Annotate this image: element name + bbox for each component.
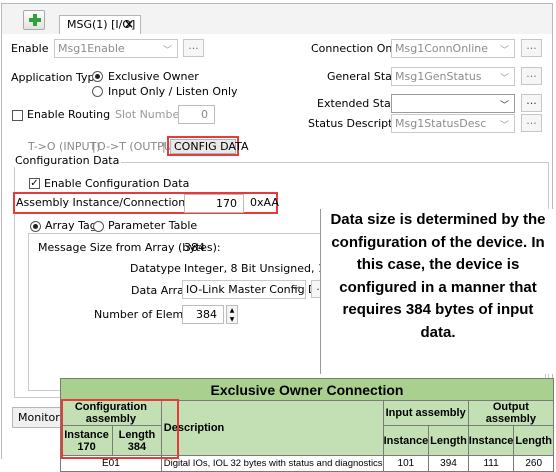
output-length-header: Length	[513, 425, 554, 456]
parameter-table-radio[interactable]	[93, 221, 104, 232]
connection-online-value: Msg1ConnOnline	[395, 42, 489, 55]
status-description-value: Msg1StatusDesc	[395, 117, 487, 130]
general-status-combo[interactable]: Msg1GenStatus ﹀	[391, 67, 515, 86]
extended-status-combo[interactable]: ﹀	[391, 94, 515, 113]
enable-configuration-data-checkbox[interactable]: ✓	[29, 178, 40, 189]
general-status-browse-button[interactable]: ...	[521, 67, 542, 85]
row-output-length: 260	[513, 455, 554, 472]
exclusive-owner-radio[interactable]	[92, 71, 103, 82]
datatype-label: Datatype	[130, 262, 181, 275]
chevron-down-icon: ﹀	[499, 46, 509, 56]
table-title: Exclusive Owner Connection	[60, 378, 554, 401]
connection-online-browse-button[interactable]: ...	[521, 39, 542, 57]
enable-browse-button[interactable]: ...	[183, 39, 204, 57]
description-header: Description	[160, 400, 384, 456]
monitor-button[interactable]: Monitor	[12, 407, 62, 428]
tab-t-o-input[interactable]: T->O (INPUT)	[28, 140, 101, 153]
input-instance-header: Instance	[382, 425, 430, 456]
enable-routing-label: Enable Routing	[27, 108, 111, 121]
tab-config-data-label: CONFIG DATA	[174, 140, 249, 153]
status-description-combo[interactable]: Msg1StatusDesc ﹀	[391, 114, 515, 133]
number-of-elements-input[interactable]: 384	[182, 305, 224, 324]
enable-combo-value: Msg1Enable	[58, 42, 125, 55]
assembly-instance-input[interactable]: 170	[184, 194, 244, 213]
status-description-browse-button[interactable]: ...	[521, 114, 542, 132]
enable-label: Enable	[11, 42, 49, 55]
input-only-radio[interactable]	[92, 86, 103, 97]
annotation-text: Data size is determined by the configura…	[330, 211, 546, 341]
output-assembly-header: Output assembly	[467, 400, 555, 426]
tab-config-data[interactable]: CONFIG DATA	[170, 139, 249, 154]
array-tag-label: Array Tag	[45, 219, 97, 232]
add-tab-plus-icon[interactable]	[23, 10, 45, 30]
slot-number-label: Slot Number	[115, 108, 184, 121]
input-assembly-header: Input assembly	[382, 400, 469, 426]
row-output-instance: 111	[467, 455, 515, 472]
monitor-label: Monitor	[18, 411, 60, 424]
configuration-data-title: Configuration Data	[13, 154, 122, 167]
annotation-callout: Data size is determined by the configura…	[320, 209, 555, 374]
chevron-down-icon: ﹀	[499, 121, 509, 131]
exclusive-owner-label: Exclusive Owner	[108, 70, 199, 83]
chevron-down-icon: ﹀	[290, 287, 300, 297]
array-tag-radio[interactable]	[30, 221, 41, 232]
application-type-label: Application Type	[11, 71, 102, 84]
row-input-instance: 101	[382, 455, 430, 472]
general-status-value: Msg1GenStatus	[395, 70, 482, 83]
output-instance-header: Instance	[467, 425, 515, 456]
input-only-label: Input Only / Listen Only	[108, 85, 238, 98]
extended-status-browse-button[interactable]: ...	[521, 94, 542, 112]
row-description: Digital IOs, IOL 32 bytes with status an…	[160, 455, 384, 472]
chevron-down-icon: ﹀	[162, 46, 172, 56]
input-length-header: Length	[428, 425, 469, 456]
assembly-instance-hex: 0xAA	[250, 196, 279, 209]
close-icon[interactable]: ×	[124, 17, 134, 31]
parameter-table-label: Parameter Table	[108, 219, 198, 232]
row-input-length: 394	[428, 455, 469, 472]
tab-separator: |	[162, 140, 166, 153]
config-assembly-highlight	[61, 399, 179, 459]
enable-configuration-data-label: Enable Configuration Data	[44, 177, 190, 190]
chevron-down-icon: ﹀	[499, 101, 509, 111]
message-size-value: 384	[184, 241, 205, 254]
slot-number-input[interactable]: 0	[178, 105, 215, 124]
data-array-combo[interactable]: IO-Link Master Config D ﹀	[182, 280, 317, 299]
tab-separator: |	[92, 140, 96, 153]
enable-routing-checkbox[interactable]	[12, 110, 23, 121]
tab-msg1-io[interactable]: MSG(1) [I/O] ×	[59, 15, 141, 34]
number-of-elements-spinner[interactable]: ▲ ▼	[226, 305, 238, 324]
connection-online-combo[interactable]: Msg1ConnOnline ﹀	[391, 39, 515, 58]
enable-combo[interactable]: Msg1Enable ﹀	[54, 39, 178, 58]
chevron-down-icon: ﹀	[499, 74, 509, 84]
